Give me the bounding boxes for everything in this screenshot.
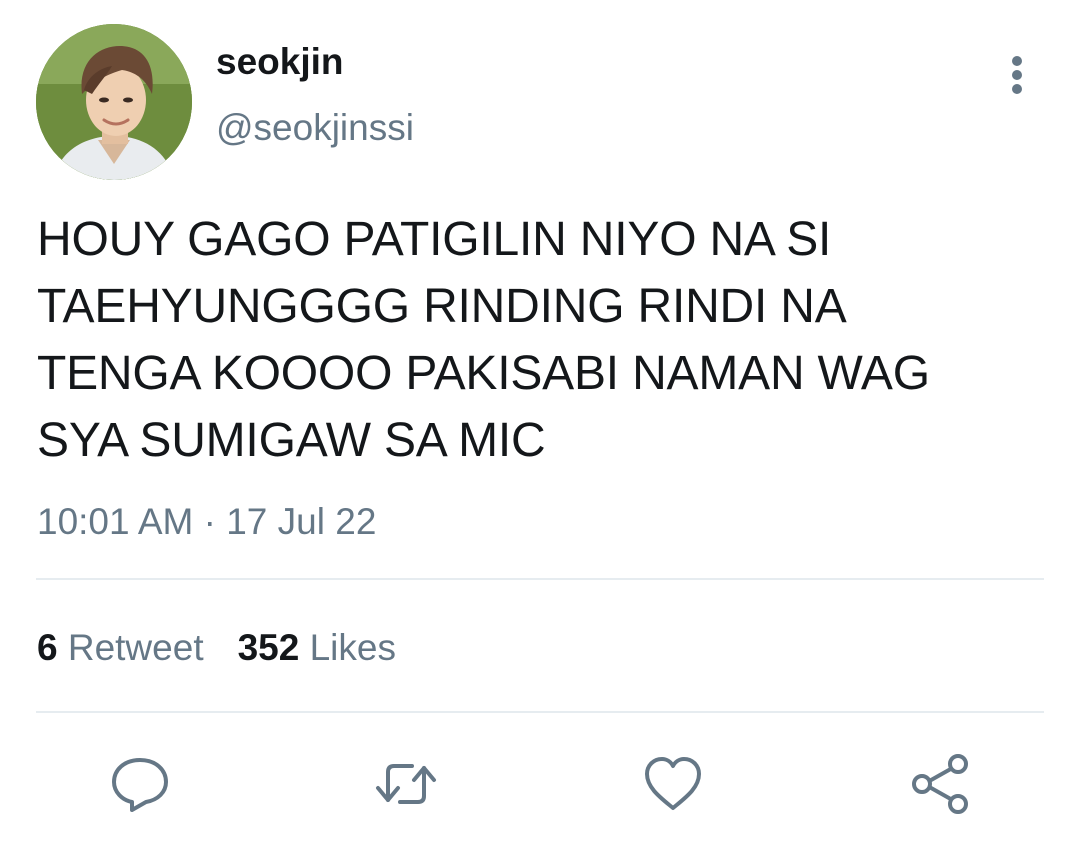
vertical-dots-icon — [1012, 56, 1022, 94]
display-name[interactable]: seokjin — [216, 40, 344, 84]
reply-icon — [112, 758, 168, 812]
like-button[interactable] — [641, 752, 705, 816]
tweet-stats: 6 Retweet 352 Likes — [37, 626, 396, 670]
tweet-date: 17 Jul 22 — [226, 501, 377, 542]
retweet-icon — [376, 764, 436, 804]
like-count: 352 — [237, 627, 300, 668]
reply-button[interactable] — [108, 752, 172, 816]
retweet-label: Retweet — [67, 627, 204, 668]
heart-icon — [645, 757, 701, 810]
more-options-button[interactable] — [996, 52, 1038, 98]
retweet-count: 6 — [37, 627, 58, 668]
share-icon — [912, 754, 968, 814]
likes-stat[interactable]: 352 Likes — [238, 627, 396, 668]
share-button[interactable] — [908, 752, 972, 816]
retweet-button[interactable] — [374, 752, 438, 816]
timestamp-separator: · — [203, 501, 216, 542]
tweet-detail: seokjin @seokjinssi HOUY GAGO PATIGILIN … — [0, 0, 1080, 853]
tweet-timestamp[interactable]: 10:01 AM · 17 Jul 22 — [37, 500, 376, 544]
divider — [36, 711, 1044, 713]
avatar[interactable] — [36, 24, 192, 180]
retweet-stat[interactable]: 6 Retweet — [37, 627, 204, 668]
avatar-photo — [36, 24, 192, 180]
user-handle[interactable]: @seokjinssi — [216, 106, 414, 150]
tweet-text: HOUY GAGO PATIGILIN NIYO NA SI TAEHYUNGG… — [37, 213, 930, 467]
like-label: Likes — [309, 627, 396, 668]
tweet-time: 10:01 AM — [37, 501, 194, 542]
divider — [36, 578, 1044, 580]
